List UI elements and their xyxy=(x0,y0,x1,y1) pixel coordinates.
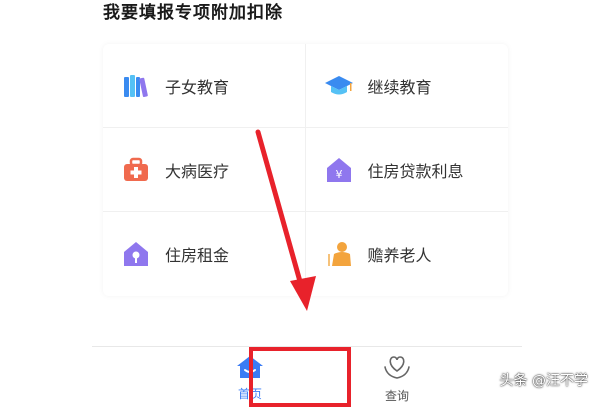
item-label: 大病医疗 xyxy=(165,161,230,181)
tab-query[interactable]: 查询 xyxy=(367,353,427,404)
section-title: 我要填报专项附加扣除 xyxy=(103,3,283,23)
item-elderly-support[interactable]: 赡养老人 xyxy=(306,212,509,296)
elderly-icon xyxy=(324,239,354,269)
item-children-education[interactable]: 子女教育 xyxy=(103,44,306,128)
item-label: 继续教育 xyxy=(367,77,432,97)
house-rent-icon xyxy=(121,239,151,269)
item-label: 住房贷款利息 xyxy=(367,161,464,181)
item-label: 赡养老人 xyxy=(367,246,432,265)
heart-hands-icon xyxy=(382,356,412,385)
watermark: 头条 @汪不学 xyxy=(499,373,588,389)
item-label: 子女教育 xyxy=(165,77,230,97)
books-icon xyxy=(121,71,151,101)
medical-kit-icon xyxy=(121,155,151,185)
graduation-cap-icon xyxy=(324,71,354,101)
svg-text:¥: ¥ xyxy=(335,168,342,181)
item-serious-illness[interactable]: 大病医疗 xyxy=(103,128,306,212)
tab-query-label: 查询 xyxy=(384,389,409,403)
annotation-highlight-box xyxy=(249,347,351,407)
house-loan-icon: ¥ xyxy=(324,155,354,185)
deduction-card: 子女教育 继续教育 大病医疗 ¥ 住房贷款利息 住房租金 赡养老人 xyxy=(103,44,508,296)
item-housing-loan-interest[interactable]: ¥ 住房贷款利息 xyxy=(305,128,508,212)
item-continuing-education[interactable]: 继续教育 xyxy=(305,44,508,128)
item-housing-rent[interactable]: 住房租金 xyxy=(103,212,306,296)
item-label: 住房租金 xyxy=(165,246,230,265)
